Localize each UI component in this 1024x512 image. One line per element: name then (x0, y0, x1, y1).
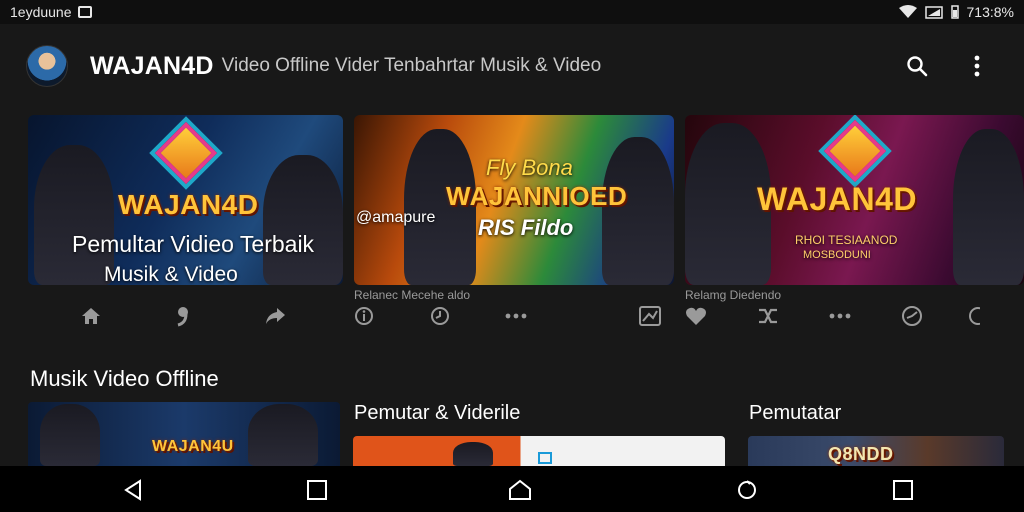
card-caption: Pemultar Vidieo Terbaik (72, 231, 315, 257)
status-bar: 1eyduune 713:8% (0, 0, 1024, 24)
thumbnail-logo: WAJAN4U (152, 438, 234, 455)
section-title: Pemutatar (749, 402, 842, 424)
logo-emblem-icon (154, 121, 218, 185)
card-subtitle: RHOI TESIAANOD (795, 233, 898, 247)
image-icon (639, 306, 661, 326)
performer-image (453, 442, 493, 466)
battery-text: 713:8% (966, 4, 1014, 20)
featured-card-2[interactable]: Fly Bona WAJANNIOED @amapure RIS Fildo (354, 115, 674, 285)
wifi-icon (898, 5, 917, 18)
carrier-text: 1eyduune (10, 4, 72, 20)
more-button[interactable] (829, 305, 851, 327)
logo-emblem-icon (823, 119, 887, 183)
card-2-actions (353, 305, 661, 327)
thumbnail-logo: Q8NDD (828, 444, 894, 464)
search-icon (907, 56, 928, 77)
reply-icon (177, 307, 188, 327)
signal-icon (924, 6, 943, 19)
circle-icon (969, 307, 980, 325)
section-title: Musik Video Offline (30, 366, 219, 391)
featured-carousel: WAJAN4D Pemultar Vidieo Terbaik Musik & … (28, 115, 1024, 285)
featured-card-1[interactable]: WAJAN4D Pemultar Vidieo Terbaik Musik & … (28, 115, 343, 285)
overview-button[interactable] (890, 478, 916, 502)
card-tag: @amapure (356, 209, 436, 226)
avatar[interactable] (26, 45, 68, 87)
speed-button[interactable] (901, 305, 923, 327)
app-subtitle: Video Offline Vider Tenbahrtar Musik & V… (221, 55, 602, 76)
info-button[interactable] (353, 305, 375, 327)
battery-icon (950, 5, 959, 19)
more-horiz-icon (505, 313, 527, 319)
overview-icon (893, 480, 913, 500)
reply-button[interactable] (172, 305, 194, 327)
video-thumbnail[interactable]: Q8NDD (748, 436, 1004, 466)
home-button[interactable] (80, 305, 102, 327)
share-icon (266, 308, 285, 324)
square-icon (307, 480, 327, 500)
card-logo: WAJANNIOED (446, 181, 628, 211)
performer-image (248, 404, 318, 466)
card-script-title: Fly Bona (486, 155, 573, 180)
card-1-actions (80, 305, 286, 327)
card-caption: Musik & Video (104, 263, 238, 285)
back-icon (124, 479, 141, 501)
card-logo: WAJAN4D (757, 181, 917, 217)
app-title: WAJAN4D (90, 51, 214, 80)
card-meta: Relanec Mecehe aldo (354, 288, 471, 302)
section-title: Pemutar & Viderile (354, 402, 521, 424)
more-vert-icon (974, 55, 980, 77)
featured-card-3[interactable]: WAJAN4D RHOI TESIAANOD MOSBODUNI (685, 115, 1024, 285)
performer-image (263, 155, 343, 285)
play-frame-icon (538, 452, 552, 464)
video-thumbnail[interactable] (353, 436, 725, 466)
performer-image (953, 129, 1024, 285)
card-subtitle: RIS Fildo (478, 215, 574, 240)
more-horiz-icon (829, 313, 851, 319)
search-button[interactable] (902, 51, 932, 81)
clock-button[interactable] (429, 305, 451, 327)
heart-icon (686, 307, 706, 325)
card-3-actions (685, 305, 981, 327)
more-options-button[interactable] (962, 51, 992, 81)
shuffle-icon (759, 308, 777, 324)
recents-icon (738, 480, 756, 499)
performer-image (40, 404, 100, 466)
clock-icon (431, 307, 449, 325)
image-button[interactable] (639, 305, 661, 327)
recents-button[interactable] (734, 478, 760, 502)
more-button[interactable] (505, 305, 527, 327)
card-subtitle: MOSBODUNI (803, 249, 871, 261)
video-thumbnail[interactable]: WAJAN4U (28, 402, 340, 466)
back-button[interactable] (120, 478, 146, 502)
shuffle-button[interactable] (757, 305, 779, 327)
circle-button[interactable] (967, 305, 981, 327)
card-meta: Relamg Diedendo (685, 288, 782, 302)
app-bar: WAJAN4D Video Offline Vider Tenbahrtar M… (0, 24, 1024, 108)
favorite-button[interactable] (685, 305, 707, 327)
performer-image (34, 145, 114, 285)
card-logo: WAJAN4D (118, 189, 259, 220)
share-button[interactable] (264, 305, 286, 327)
home-icon (82, 308, 100, 324)
system-nav-bar (0, 466, 1024, 512)
info-icon (355, 307, 373, 325)
home-nav-button[interactable] (507, 478, 533, 502)
square-button[interactable] (304, 478, 330, 502)
home-outline-icon (509, 479, 531, 500)
notification-box-icon (77, 6, 92, 18)
speed-icon (902, 306, 922, 326)
